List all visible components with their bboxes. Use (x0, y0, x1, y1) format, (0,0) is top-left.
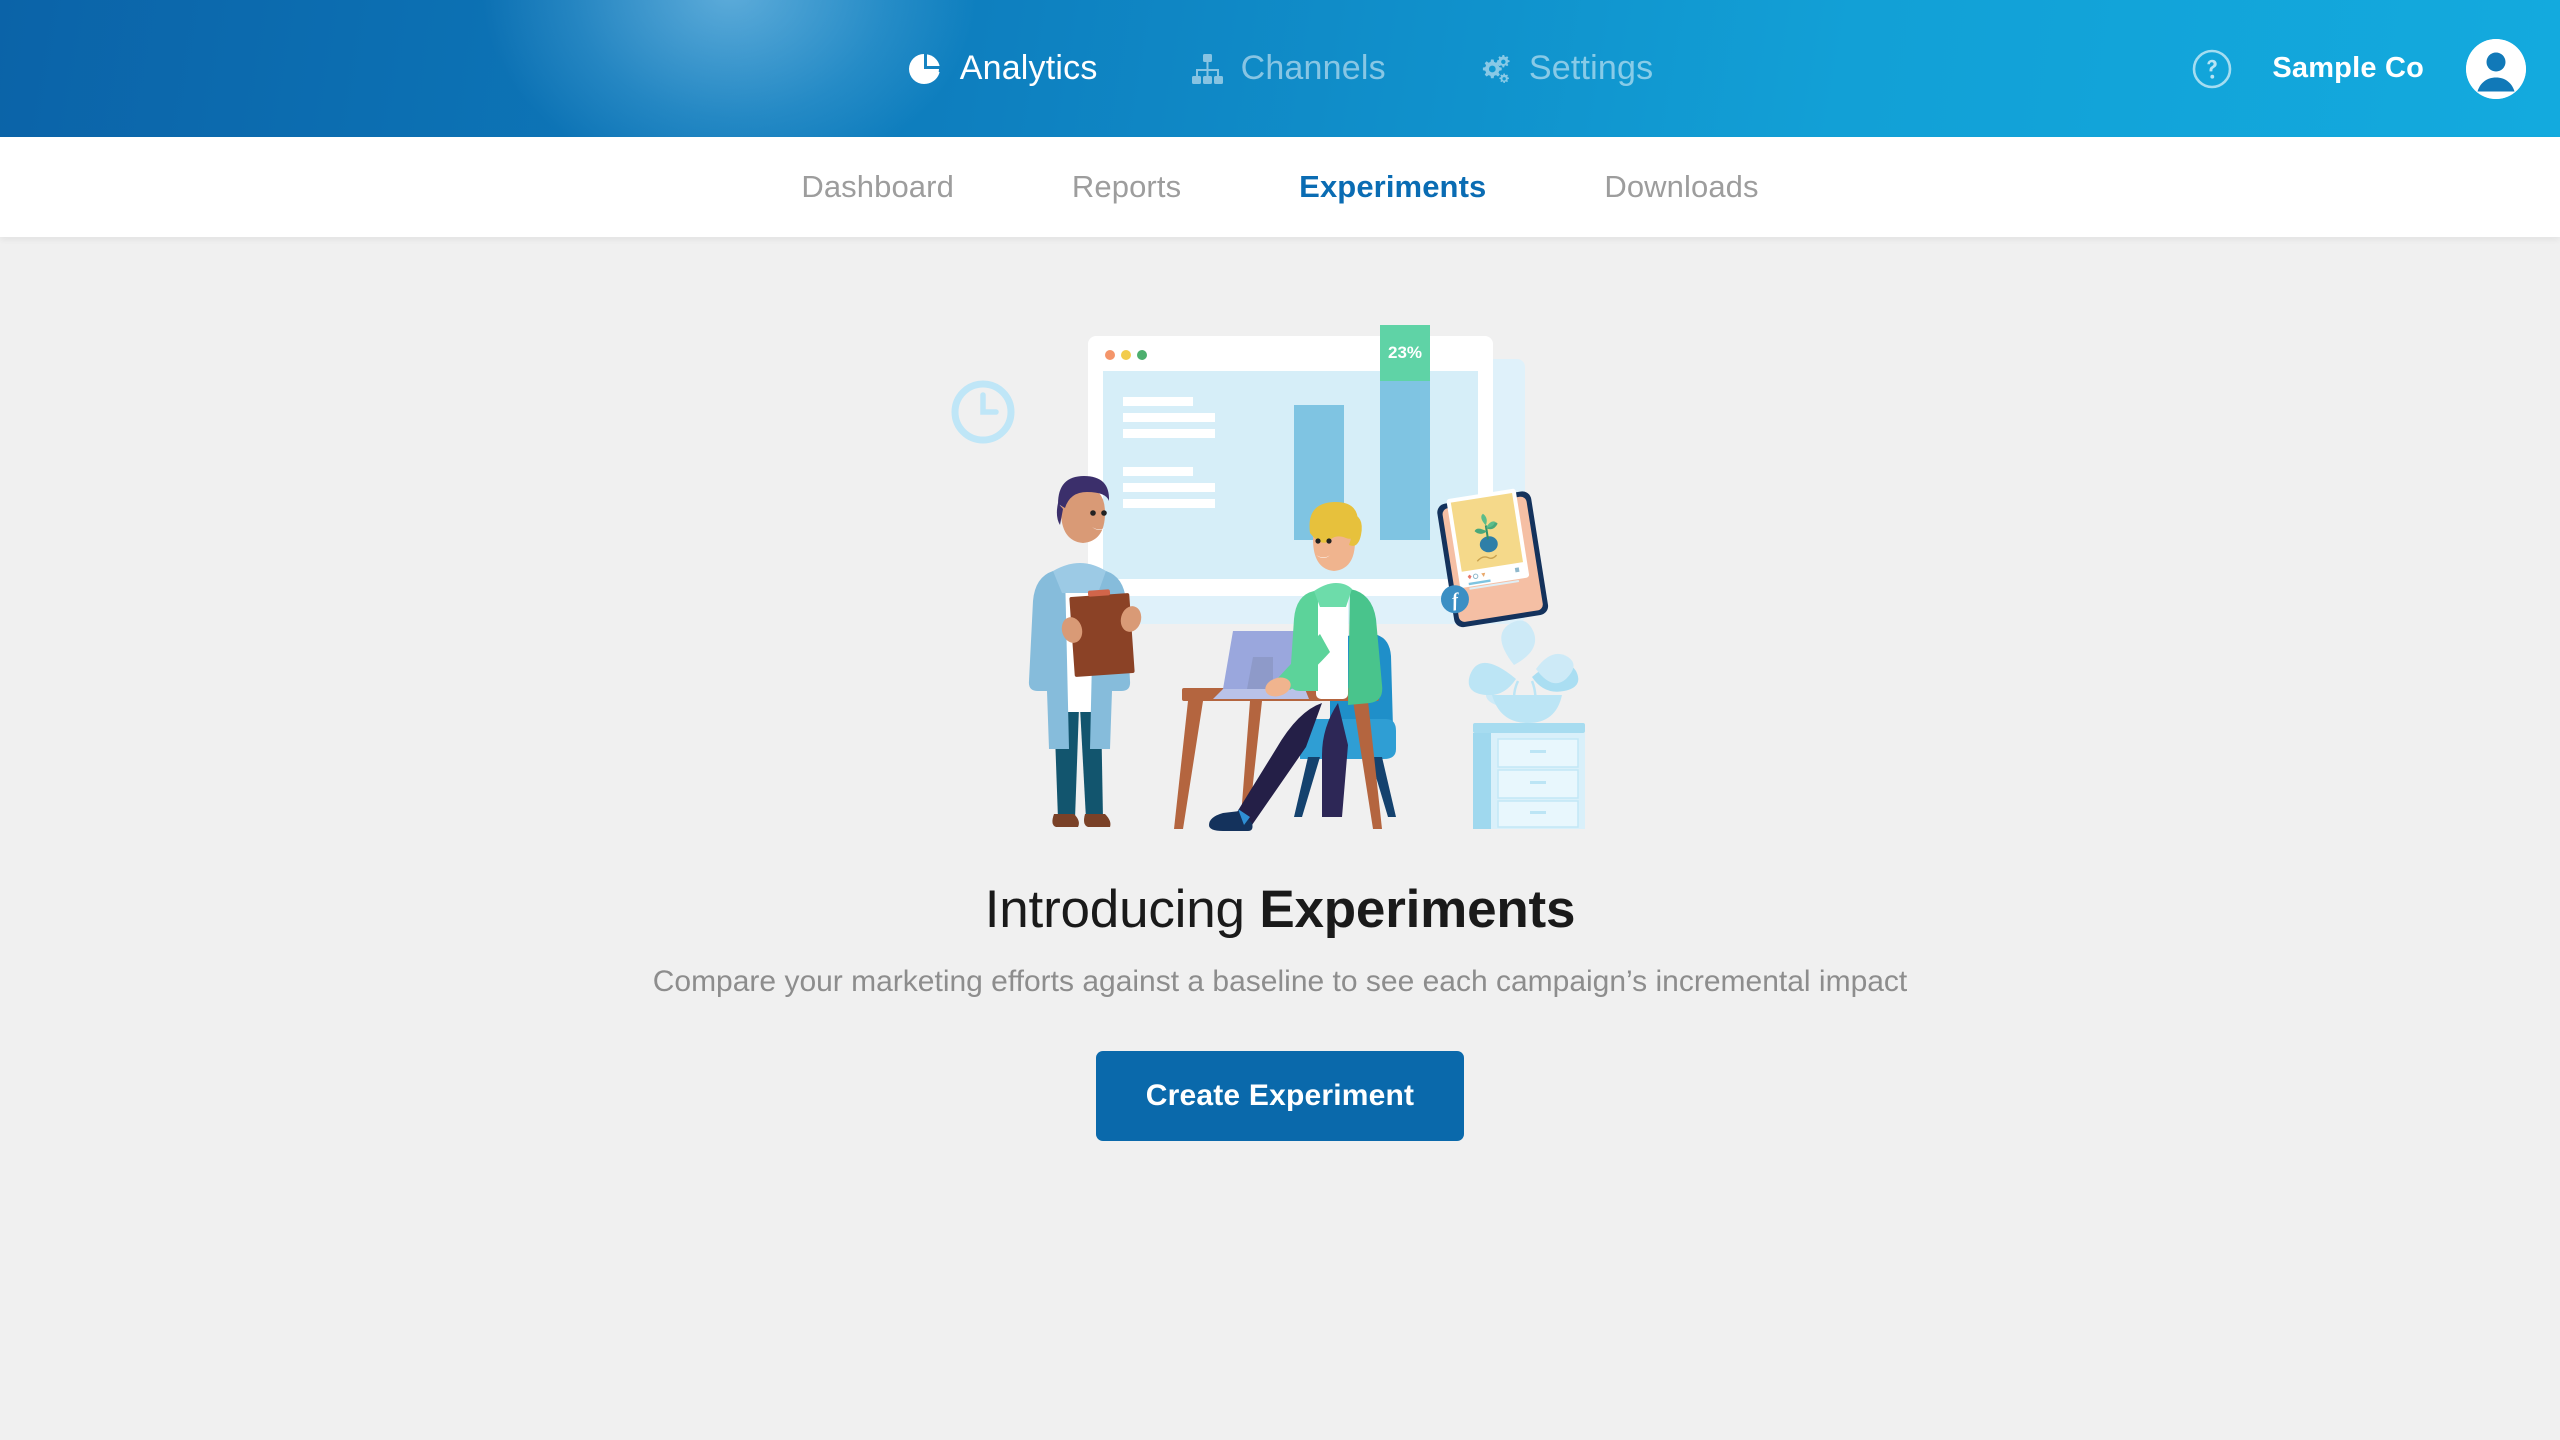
top-header-bar: Analytics Channels Settings Sample Co (0, 0, 2560, 137)
nav-label-settings: Settings (1528, 49, 1654, 87)
uplift-label: 23% (1388, 343, 1422, 362)
page-title-bold: Experiments (1259, 880, 1576, 939)
browser-dot-red (1105, 350, 1115, 360)
main-content: 23% f Introducing Experiments Compare yo… (0, 237, 2560, 1440)
page-subtitle: Compare your marketing efforts against a… (652, 965, 1908, 998)
header-right-cluster: Sample Co (2182, 38, 2526, 99)
user-avatar-icon[interactable] (2466, 38, 2526, 99)
cabinet-with-plant (1468, 620, 1585, 829)
tab-downloads[interactable]: Downloads (1545, 169, 1817, 205)
browser-dot-green (1137, 350, 1147, 360)
clock-icon (951, 380, 1015, 444)
help-circle-icon[interactable] (2182, 39, 2242, 99)
secondary-tab-bar: Dashboard Reports Experiments Downloads (0, 137, 2560, 237)
variant-bar (1380, 381, 1430, 540)
primary-nav: Analytics Channels Settings (0, 49, 2560, 88)
gears-icon (1478, 52, 1512, 86)
nav-item-channels[interactable]: Channels (1144, 49, 1432, 88)
tab-reports[interactable]: Reports (1013, 169, 1240, 205)
create-experiment-button[interactable]: Create Experiment (1095, 1051, 1465, 1141)
company-name[interactable]: Sample Co (2272, 52, 2424, 85)
nav-label-analytics: Analytics (959, 49, 1098, 87)
pie-chart-icon (907, 51, 943, 87)
hero-illustration-svg: 23% f (951, 325, 1585, 831)
page-title: Introducing Experiments (985, 879, 1576, 940)
nav-item-settings[interactable]: Settings (1432, 49, 1699, 88)
experiments-hero-illustration: 23% f (920, 289, 1640, 849)
sitemap-icon (1190, 52, 1224, 86)
tab-experiments[interactable]: Experiments (1240, 169, 1545, 205)
browser-dot-yellow (1121, 350, 1131, 360)
page-title-light: Introducing (984, 880, 1260, 939)
nav-item-analytics[interactable]: Analytics (861, 49, 1144, 88)
nav-label-channels: Channels (1240, 49, 1386, 87)
tab-dashboard[interactable]: Dashboard (742, 169, 1013, 205)
